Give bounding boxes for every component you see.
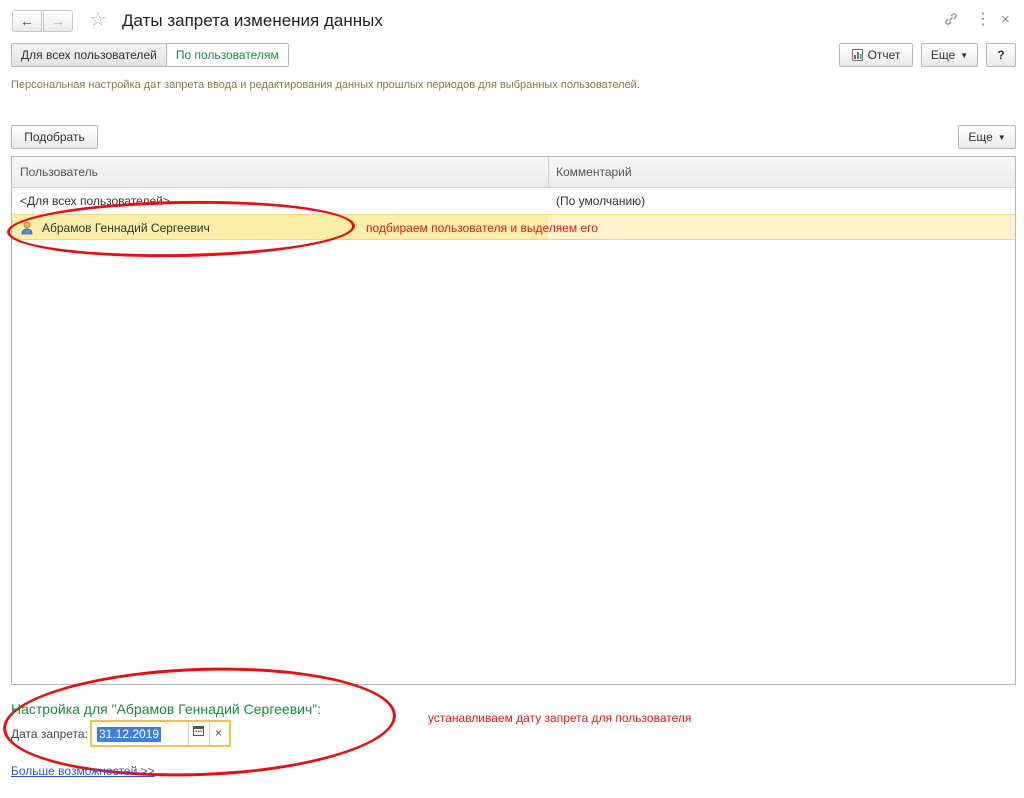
report-button[interactable]: Отчет xyxy=(839,43,913,67)
arrow-left-icon: ← xyxy=(20,13,34,29)
date-value[interactable]: 31.12.2019 xyxy=(97,727,162,742)
mode-tabs: Для всех пользователей По пользователям xyxy=(11,43,289,67)
list-more-label: Еще xyxy=(968,130,993,144)
close-icon[interactable]: × xyxy=(1001,11,1010,29)
star-icon[interactable]: ☆ xyxy=(89,9,107,31)
date-label: Дата запрета: xyxy=(11,727,88,741)
tab-all-users[interactable]: Для всех пользователей xyxy=(12,44,166,66)
clear-icon[interactable]: × xyxy=(215,726,222,740)
row-comment: (По умолчанию) xyxy=(556,194,646,208)
pick-button[interactable]: Подобрать xyxy=(11,125,98,149)
title-bar: ← → ☆ Даты запрета изменения данных ⋮ × xyxy=(0,0,1024,42)
forward-button[interactable]: → xyxy=(43,10,73,32)
field-divider xyxy=(188,722,189,745)
help-button[interactable]: ? xyxy=(986,43,1016,67)
more-label: Еще xyxy=(930,48,956,62)
field-divider xyxy=(209,722,210,745)
annotation-date-note: устанавливаем дату запрета для пользоват… xyxy=(428,711,692,725)
page-title: Даты запрета изменения данных xyxy=(122,11,383,30)
list-more-button[interactable]: Еще ▼ xyxy=(958,125,1016,149)
more-options-link[interactable]: Больше возможностей >> xyxy=(11,764,155,778)
arrow-right-icon: → xyxy=(51,13,65,29)
column-header-comment[interactable]: Комментарий xyxy=(548,157,632,188)
page-description: Персональная настройка дат запрета ввода… xyxy=(11,79,640,91)
calendar-icon[interactable] xyxy=(193,725,204,739)
annotation-row-note: подбираем пользователя и выделяем его xyxy=(366,221,598,235)
date-input[interactable]: 31.12.2019 × xyxy=(90,720,231,747)
table-header: Пользователь Комментарий xyxy=(12,157,1015,188)
report-icon xyxy=(851,49,863,61)
tab-by-users[interactable]: По пользователям xyxy=(165,44,288,66)
more-vertical-icon[interactable]: ⋮ xyxy=(975,11,991,29)
more-button[interactable]: Еще ▼ xyxy=(921,43,978,67)
report-label: Отчет xyxy=(867,48,901,62)
chevron-down-icon: ▼ xyxy=(960,50,969,60)
settings-title: Настройка для "Абрамов Геннадий Сергееви… xyxy=(11,701,322,717)
selected-comment-cell xyxy=(548,215,1015,239)
back-button[interactable]: ← xyxy=(12,10,42,32)
link-icon[interactable] xyxy=(943,11,959,31)
chevron-down-icon: ▼ xyxy=(997,132,1006,142)
column-header-user[interactable]: Пользователь xyxy=(12,157,98,188)
